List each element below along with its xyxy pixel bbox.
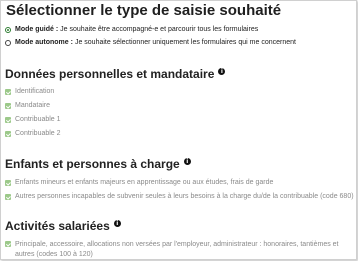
section-title-employment: Activités salariées i <box>5 219 121 233</box>
info-icon[interactable]: i <box>113 219 121 227</box>
selection-panel: Sélectionner le type de saisie souhaité … <box>0 0 357 260</box>
list-item: Enfants mineurs et enfants majeurs en ap… <box>5 179 273 186</box>
checkmark-icon <box>5 194 11 200</box>
mode-guided-label: Mode guidé : <box>15 26 59 33</box>
list-item: Contribuable 2 <box>5 130 61 137</box>
list-item: Identification <box>5 88 54 95</box>
section-title-personal: Données personnelles et mandataire i <box>5 67 226 81</box>
checkmark-icon <box>5 117 11 123</box>
info-icon[interactable]: i <box>218 67 226 75</box>
info-icon[interactable]: i <box>183 157 191 165</box>
checkmark-icon <box>5 89 11 95</box>
list-item: Principale, accessoire, allocations non … <box>5 240 350 259</box>
mode-guided-option[interactable]: Mode guidé : Je souhaite être accompagné… <box>5 26 258 33</box>
list-item: Mandataire <box>5 102 50 109</box>
list-item: Autres personnes incapables de subvenir … <box>5 193 354 200</box>
radio-selected-icon[interactable] <box>5 26 11 33</box>
mode-autonomous-label: Mode autonome : <box>15 39 73 46</box>
radio-unselected-icon[interactable] <box>5 39 11 46</box>
mode-autonomous-desc: Je souhaite sélectionner uniquement les … <box>74 39 296 46</box>
page-title: Sélectionner le type de saisie souhaité <box>6 2 282 19</box>
checkmark-icon <box>5 131 11 137</box>
checkmark-icon <box>5 180 11 186</box>
mode-autonomous-option[interactable]: Mode autonome : Je souhaite sélectionner… <box>5 39 296 46</box>
checkmark-icon <box>5 241 11 247</box>
mode-guided-desc: Je souhaite être accompagné-e et parcour… <box>60 26 259 33</box>
checkmark-icon <box>5 103 11 109</box>
list-item: Contribuable 1 <box>5 116 61 123</box>
section-title-children: Enfants et personnes à charge i <box>5 157 191 171</box>
